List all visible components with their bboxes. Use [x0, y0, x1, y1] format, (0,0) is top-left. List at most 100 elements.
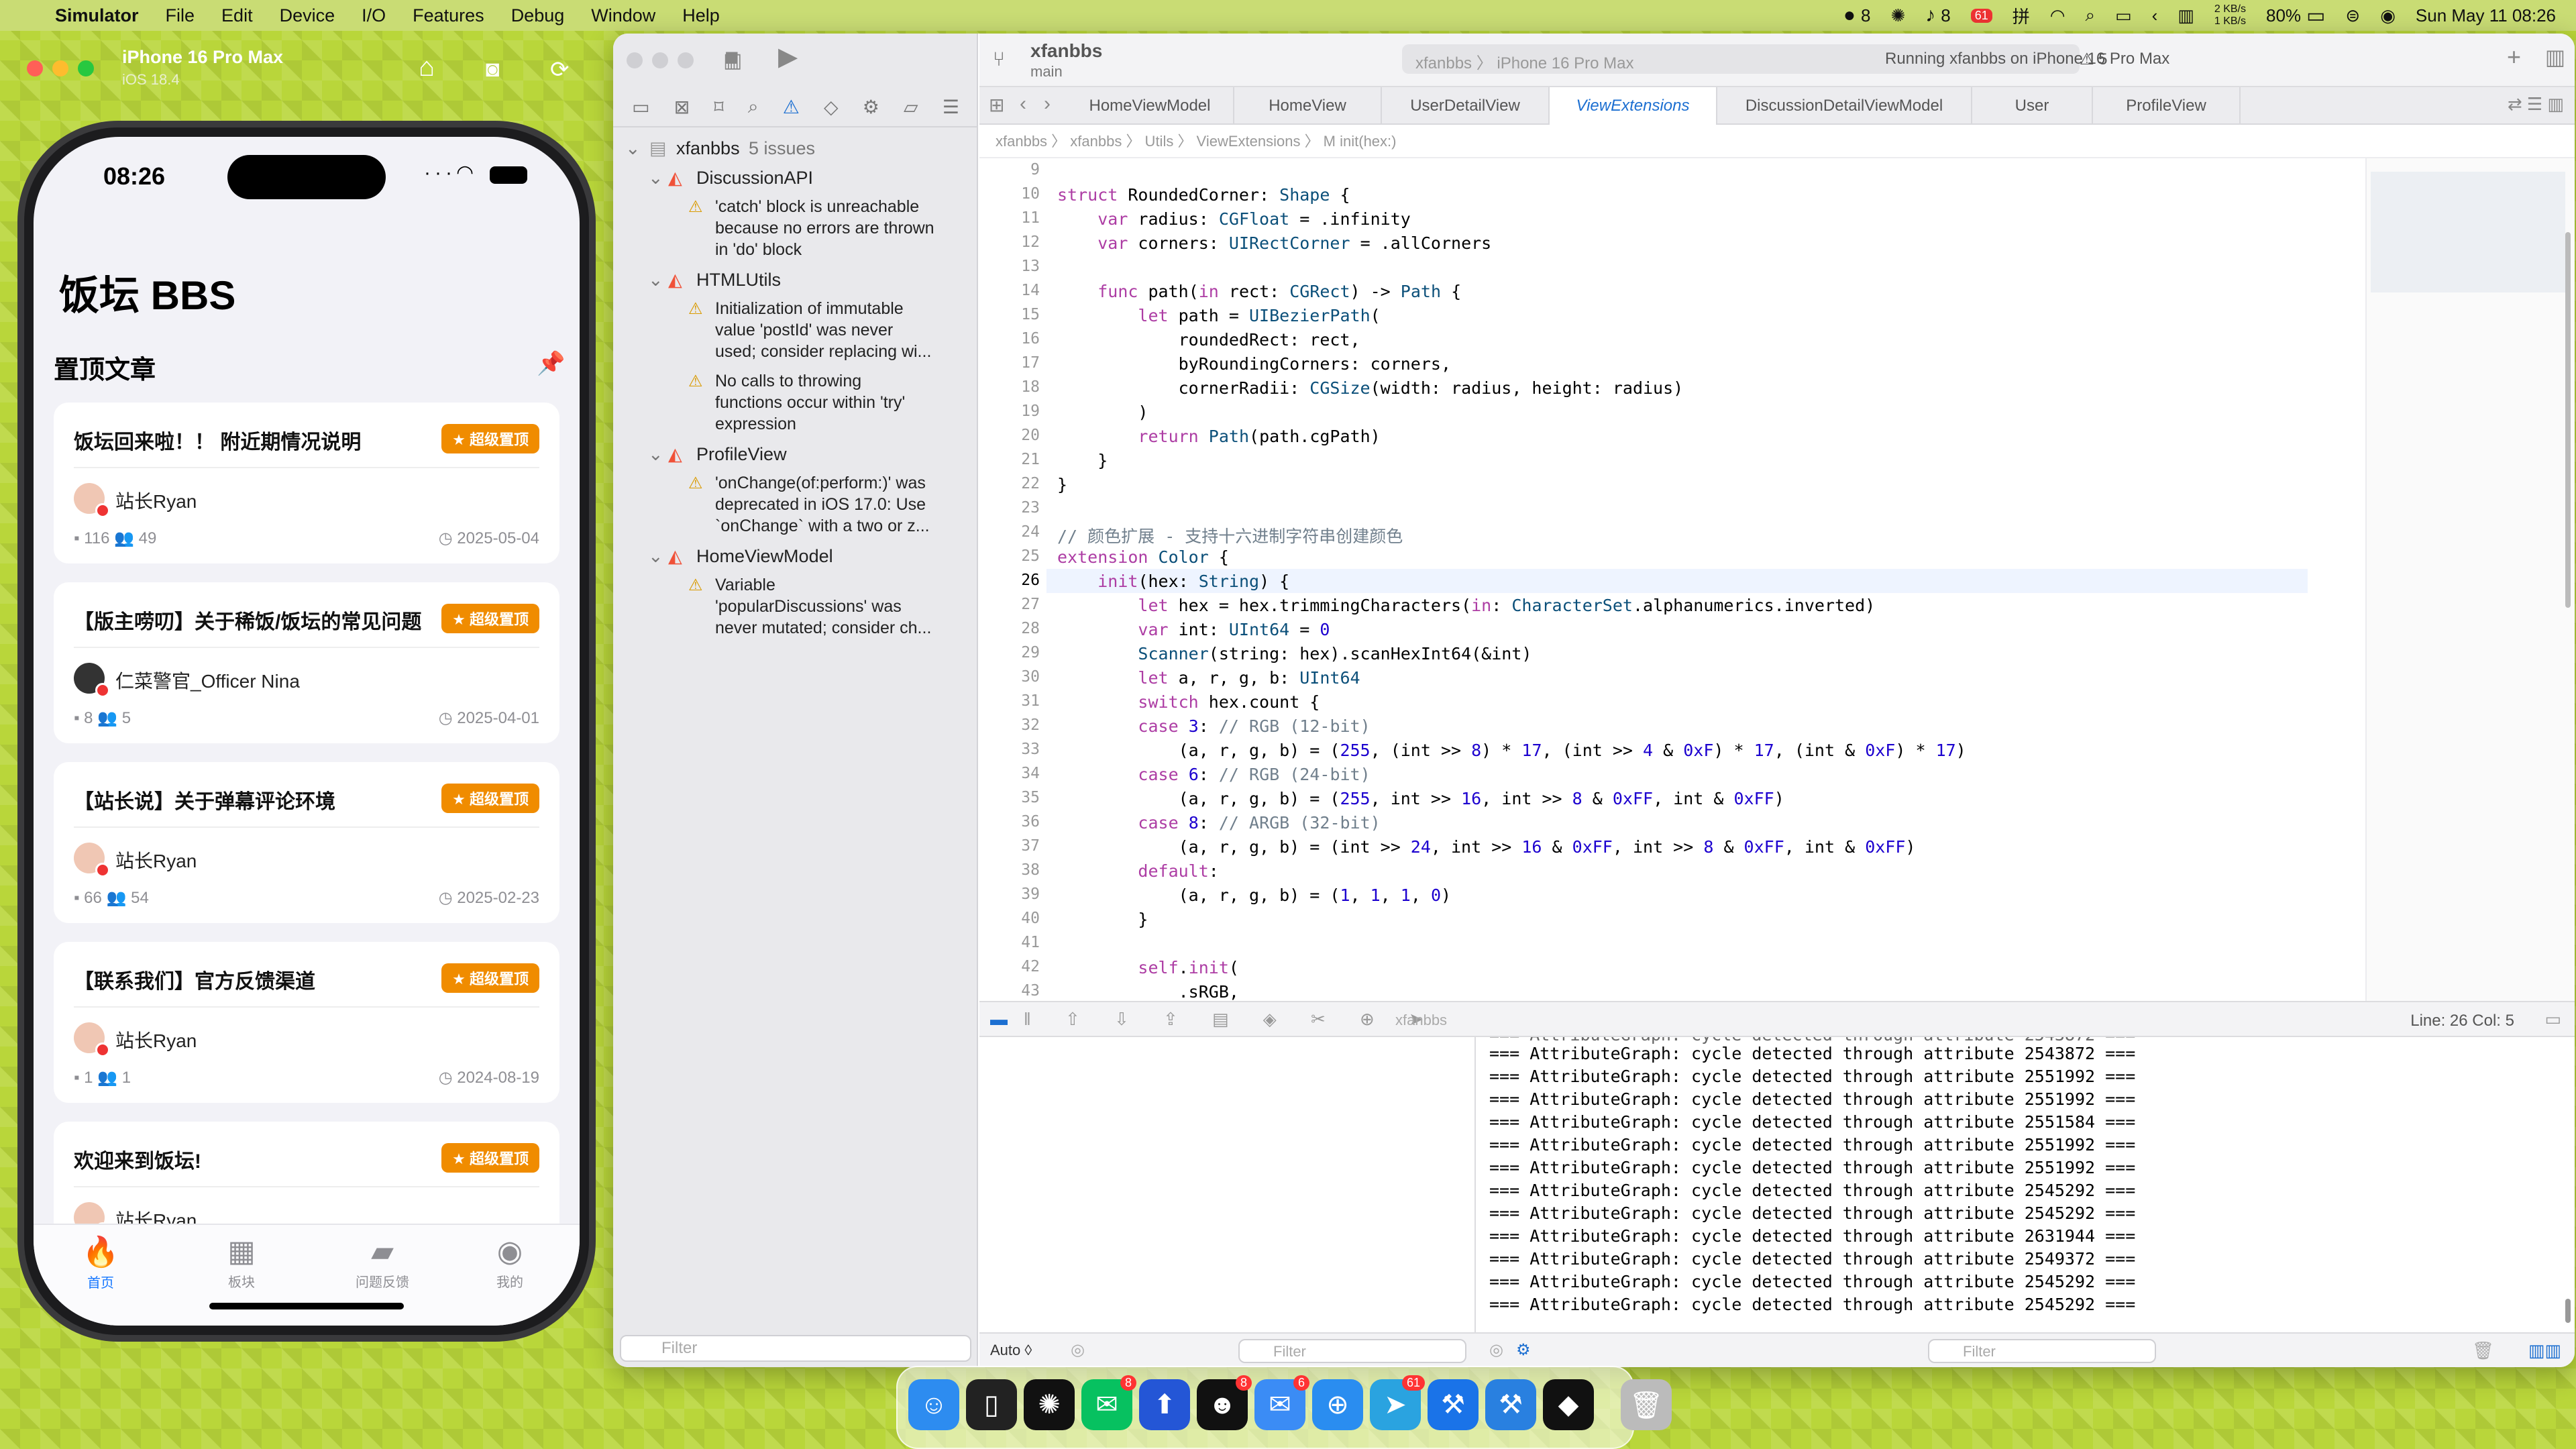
code-line[interactable]: case 6: // RGB (24-bit) [1057, 765, 1370, 784]
code-line[interactable]: byRoundingCorners: corners, [1057, 354, 1451, 374]
input-method-icon[interactable]: 拼 [2012, 3, 2030, 28]
code-line[interactable]: let hex = hex.trimmingCharacters(in: Cha… [1057, 596, 1875, 615]
xcode-app[interactable]: ⚒ [1428, 1379, 1479, 1430]
code-line[interactable]: // 颜色扩展 - 支持十六进制字符串创建颜色 [1057, 523, 1403, 547]
rotate-icon[interactable]: ⟳ [550, 56, 570, 83]
code-line[interactable]: return Path(path.cgPath) [1057, 427, 1380, 446]
console-options-icon[interactable]: ⚙ [1516, 1340, 1531, 1360]
console-scrollbar[interactable] [2565, 1299, 2571, 1323]
tab-feedback[interactable]: ▰ 问题反馈 [335, 1234, 429, 1291]
clock[interactable]: Sun May 11 08:26 [2416, 5, 2556, 26]
code-line[interactable]: default: [1057, 861, 1218, 881]
wechat-app[interactable]: ✉ 8 [1081, 1375, 1136, 1430]
menu-simulator[interactable]: Simulator [55, 5, 139, 26]
panel-toggle-icon[interactable]: ▭ [2544, 1009, 2561, 1030]
code-line[interactable]: extension Color { [1057, 547, 1229, 567]
back-icon[interactable]: ‹ [1020, 93, 1026, 115]
tab-boards[interactable]: ▦ 板块 [195, 1234, 288, 1291]
variables-filter-input[interactable]: Filter [1238, 1339, 1466, 1363]
bookmark-icon[interactable]: ⌑ [714, 96, 723, 118]
variables-view[interactable] [979, 1037, 1476, 1332]
tab-homeview[interactable]: HomeView [1234, 87, 1382, 125]
tab-viewextensions[interactable]: ViewExtensions [1550, 87, 1717, 125]
pinned-card[interactable]: 【联系我们】官方反馈渠道 ★ 超级置顶 站长Ryan ▪ 1 👥 1 ◷ 2024-08… [54, 942, 559, 1103]
control-center-icon[interactable]: ⊜ [2345, 5, 2360, 26]
xc-zoom-button[interactable] [678, 52, 694, 68]
report-icon[interactable]: ☰ [943, 96, 959, 118]
minimap[interactable] [2365, 158, 2575, 1001]
issue-message[interactable]: expression [715, 415, 970, 434]
minimap-viewport[interactable] [2371, 172, 2565, 292]
code-line[interactable]: .sRGB, [1057, 982, 1239, 1001]
code-line[interactable]: var corners: UIRectCorner = .allCorners [1057, 233, 1491, 253]
avatar[interactable] [74, 843, 110, 877]
activity-icon[interactable]: ▥ [2178, 5, 2194, 26]
code-line[interactable]: (a, r, g, b) = (1, 1, 1, 0) [1057, 885, 1451, 905]
notification-status-item[interactable]: ♪ 8 [1925, 4, 1950, 27]
issue-message[interactable]: deprecated in iOS 17.0: Use [715, 495, 970, 515]
wifi-icon[interactable]: ◠ [2050, 5, 2065, 26]
code-line[interactable]: } [1057, 451, 1108, 470]
forward-icon[interactable]: › [1044, 93, 1051, 115]
pinned-card[interactable]: 【版主唠叨】关于稀饭/饭坛的常见问题 ★ 超级置顶 仁菜警官_Officer Nin… [54, 582, 559, 743]
toggle-console-icon[interactable]: ▬ [990, 1009, 1008, 1030]
issue-message[interactable]: Initialization of immutable [715, 299, 970, 319]
add-icon[interactable]: + [2507, 43, 2521, 71]
issue-message[interactable]: because no errors are thrown [715, 219, 970, 238]
grid-icon[interactable]: ⊞ [989, 94, 1004, 116]
menu-window[interactable]: Window [591, 5, 655, 26]
trash-icon[interactable]: 🗑 [2472, 1340, 2494, 1361]
battery-status[interactable]: 80% ▭ [2266, 4, 2325, 28]
wechat-status-item[interactable]: ● 8 [1843, 4, 1871, 27]
avatar[interactable] [74, 1022, 110, 1057]
code-line[interactable]: var radius: CGFloat = .infinity [1057, 209, 1411, 229]
code-line[interactable]: (a, r, g, b) = (int >> 24, int >> 16 & 0… [1057, 837, 1916, 857]
code-line[interactable]: case 3: // RGB (12-bit) [1057, 716, 1370, 736]
issue-message[interactable]: No calls to throwing [715, 372, 970, 391]
split-view-icon[interactable]: ▥▥ [2528, 1340, 2561, 1361]
chevron-left-icon[interactable]: ‹ [2152, 5, 2158, 26]
code-line[interactable]: let a, r, g, b: UInt64 [1057, 668, 1360, 688]
code-line[interactable]: func path(in rect: CGRect) -> Path { [1057, 282, 1461, 301]
debug-controls[interactable]: ‖ ⇧ ⇩ ⇪ ▤ ◈ ✂ ⊕ ➤ [1024, 1009, 1438, 1030]
run-button[interactable]: ▶ [778, 42, 798, 72]
chevron-down-icon[interactable]: ⌄ [648, 444, 663, 465]
code-line[interactable]: roundedRect: rect, [1057, 330, 1360, 350]
issue-message[interactable]: Variable [715, 576, 970, 595]
qq-app[interactable]: ☻ 8 [1197, 1375, 1252, 1430]
siri-icon[interactable]: ◉ [2380, 5, 2396, 26]
finder-app[interactable]: ☺ [908, 1379, 959, 1430]
source-control-icon[interactable]: ⊠ [674, 96, 690, 118]
issue-message[interactable]: functions occur within 'try' [715, 393, 970, 413]
mirror-icon[interactable]: ▭ [2115, 5, 2132, 26]
code-line[interactable]: self.init( [1057, 958, 1239, 977]
editor-scrollbar[interactable] [2565, 232, 2571, 608]
screenshot-icon[interactable]: ◙ [486, 56, 500, 83]
chevron-down-icon[interactable]: ⌄ [625, 138, 641, 159]
tab-profile[interactable]: ◉ 我的 [463, 1234, 557, 1291]
pinned-card[interactable]: 【站长说】关于弹幕评论环境 ★ 超级置顶 站长Ryan ▪ 66 👥 54 ◷ 2025… [54, 762, 559, 923]
find-icon[interactable]: ⌕ [748, 96, 759, 118]
avatar[interactable] [74, 483, 110, 518]
issue-message[interactable]: in 'do' block [715, 240, 970, 260]
iphone-mirroring-app[interactable]: ▯ [966, 1379, 1017, 1430]
eye-icon[interactable]: ◎ [1071, 1340, 1085, 1360]
code-line[interactable]: struct RoundedCorner: Shape { [1057, 185, 1350, 205]
issue-message[interactable]: 'popularDiscussions' was [715, 597, 970, 616]
tab-profileview[interactable]: ProfileView [2093, 87, 2241, 125]
issue-warning-icon[interactable]: ⚠ [783, 96, 800, 118]
simulator-app[interactable]: ⚒ [1485, 1379, 1536, 1430]
folder-icon[interactable]: ▭ [632, 96, 649, 118]
source-editor[interactable]: struct RoundedCorner: Shape { var radius… [1046, 158, 2308, 1001]
menu-io[interactable]: I/O [362, 5, 386, 26]
mail-app[interactable]: ✉ 6 [1254, 1375, 1309, 1430]
code-line[interactable]: (a, r, g, b) = (255, (int >> 8) * 17, (i… [1057, 741, 1966, 760]
close-button[interactable] [27, 60, 43, 76]
menu-file[interactable]: File [166, 5, 195, 26]
cube-app[interactable]: ◆ [1543, 1379, 1594, 1430]
issue-message[interactable]: 'catch' block is unreachable [715, 197, 970, 217]
issue-message[interactable]: used; consider replacing wi... [715, 342, 970, 362]
menu-edit[interactable]: Edit [221, 5, 253, 26]
tab-discussiondetailviewmodel[interactable]: DiscussionDetailViewModel [1717, 87, 1972, 125]
telegram-app[interactable]: ➤ 61 [1370, 1375, 1425, 1430]
